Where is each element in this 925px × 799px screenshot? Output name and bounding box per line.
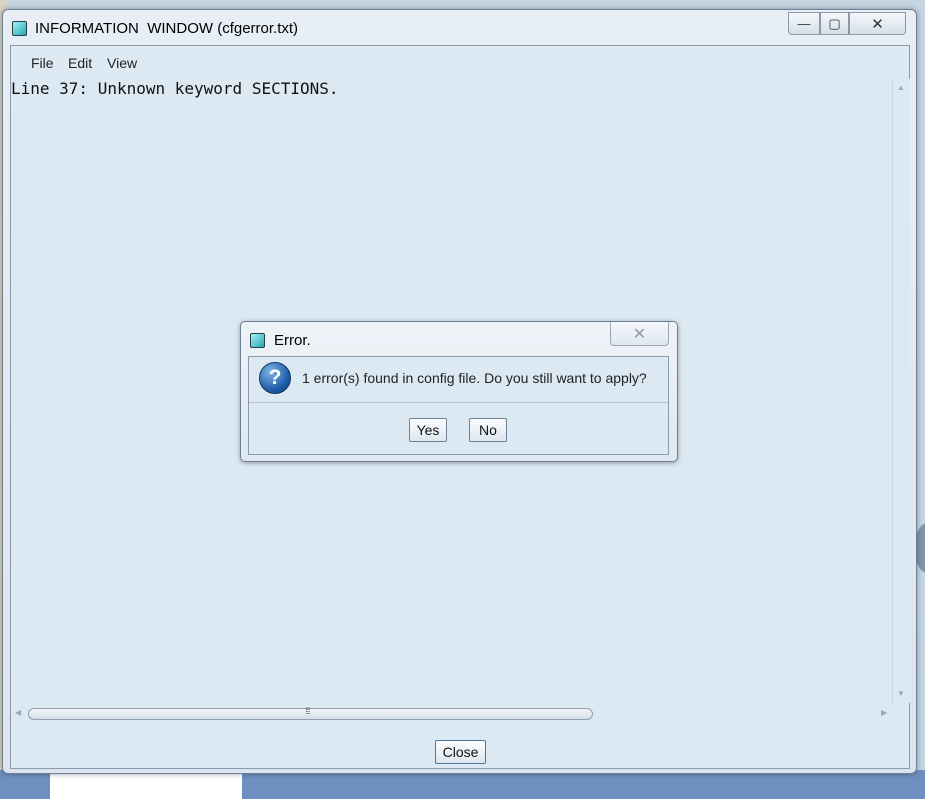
window-titlebar[interactable]: INFORMATION WINDOW (cfgerror.txt) — ▢ ✕ bbox=[3, 10, 916, 46]
horizontal-scrollbar[interactable]: ◀ ⁞⁞⁞ ▶ bbox=[11, 703, 892, 723]
menu-bar: File Edit View bbox=[11, 46, 909, 78]
window-title: INFORMATION WINDOW (cfgerror.txt) bbox=[35, 20, 299, 37]
maximize-button[interactable]: ▢ bbox=[820, 12, 849, 35]
scroll-up-icon[interactable]: ▲ bbox=[897, 83, 905, 92]
question-icon: ? bbox=[259, 362, 291, 394]
dialog-body: ? 1 error(s) found in config file. Do yo… bbox=[248, 356, 669, 455]
menu-edit[interactable]: Edit bbox=[68, 55, 92, 71]
scroll-right-icon[interactable]: ▶ bbox=[881, 708, 887, 717]
dialog-message: 1 error(s) found in config file. Do you … bbox=[302, 370, 647, 386]
window-close-button[interactable]: ✕ bbox=[849, 12, 906, 35]
dialog-close-button[interactable]: ✕ bbox=[610, 322, 669, 346]
question-mark-glyph: ? bbox=[268, 366, 282, 389]
minimize-icon: — bbox=[797, 16, 811, 31]
minimize-button[interactable]: — bbox=[788, 12, 820, 35]
menu-view[interactable]: View bbox=[107, 55, 137, 71]
scroll-left-icon[interactable]: ◀ bbox=[15, 708, 21, 717]
horizontal-scroll-thumb[interactable]: ⁞⁞⁞ bbox=[28, 706, 593, 720]
close-button[interactable]: Close bbox=[435, 740, 486, 764]
no-button[interactable]: No bbox=[469, 418, 507, 442]
dialog-title: Error. bbox=[274, 332, 311, 349]
maximize-icon: ▢ bbox=[828, 15, 841, 31]
scroll-down-icon[interactable]: ▼ bbox=[897, 689, 905, 698]
close-icon: ✕ bbox=[632, 325, 647, 343]
grip-icon: ⁞⁞⁞ bbox=[305, 706, 310, 716]
dialog-separator bbox=[249, 402, 668, 403]
menu-file[interactable]: File bbox=[31, 55, 54, 71]
app-icon bbox=[12, 21, 27, 36]
close-icon: ✕ bbox=[871, 15, 884, 33]
yes-button[interactable]: Yes bbox=[409, 418, 447, 442]
text-line: Line 37: Unknown keyword SECTIONS. bbox=[11, 79, 339, 98]
dialog-app-icon bbox=[250, 333, 265, 348]
caption-buttons: — ▢ ✕ bbox=[788, 12, 906, 35]
vertical-scrollbar[interactable]: ▲ ▼ bbox=[892, 79, 910, 703]
background-panel bbox=[50, 772, 242, 799]
error-dialog: Error. ✕ ? 1 error(s) found in config fi… bbox=[240, 321, 678, 462]
